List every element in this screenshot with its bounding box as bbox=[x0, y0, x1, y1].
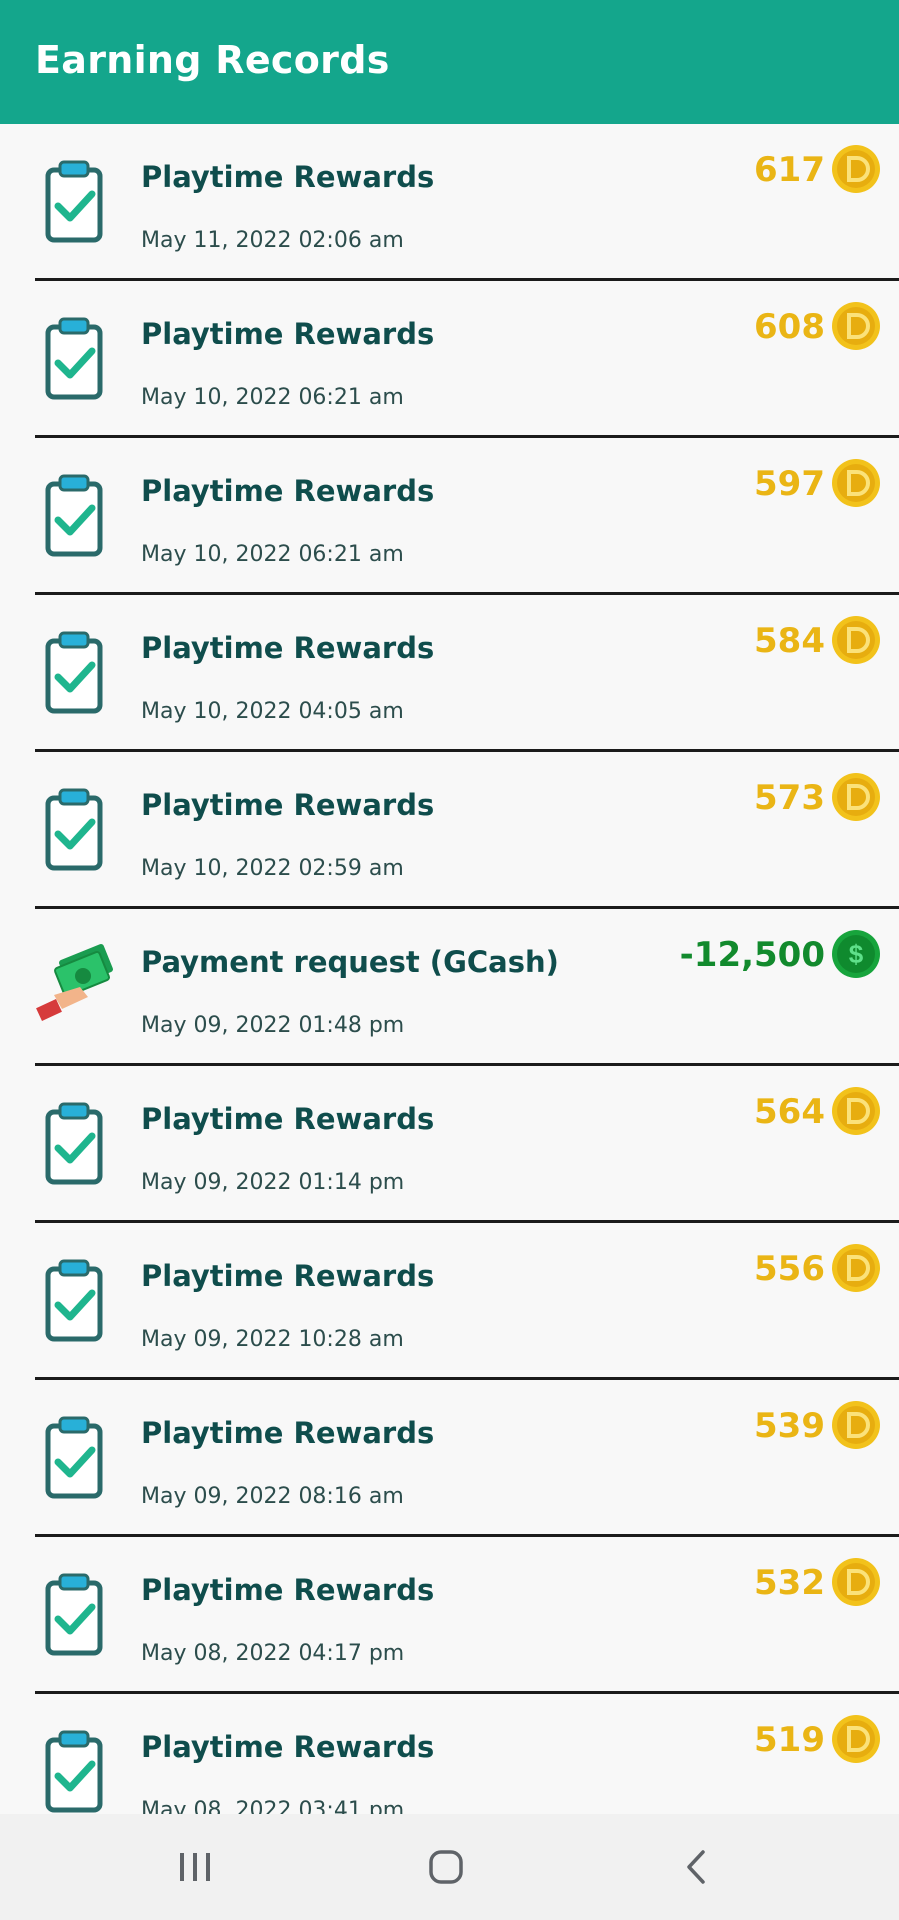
record-date: May 11, 2022 02:06 am bbox=[141, 228, 404, 253]
record-title: Playtime Rewards bbox=[141, 474, 435, 508]
record-row[interactable]: Playtime Rewards May 09, 2022 08:16 am 539 bbox=[0, 1380, 899, 1537]
record-row[interactable]: Playtime Rewards May 10, 2022 04:05 am 584 bbox=[0, 595, 899, 752]
record-row[interactable]: Playtime Rewards May 08, 2022 04:17 pm 532 bbox=[0, 1537, 899, 1694]
clipboard-check-icon bbox=[36, 1414, 116, 1502]
coin-icon bbox=[831, 1714, 881, 1764]
record-title: Payment request (GCash) bbox=[141, 945, 559, 979]
clipboard-check-icon bbox=[36, 1571, 116, 1659]
record-date: May 10, 2022 04:05 am bbox=[141, 699, 404, 724]
coin-icon bbox=[831, 301, 881, 351]
coin-icon bbox=[831, 1243, 881, 1293]
coin-icon bbox=[831, 1557, 881, 1607]
record-row[interactable]: Playtime Rewards May 10, 2022 02:59 am 573 bbox=[0, 752, 899, 909]
back-icon bbox=[687, 1850, 705, 1884]
record-amount: 556 bbox=[754, 1249, 825, 1289]
clipboard-check-icon bbox=[36, 629, 116, 717]
record-date: May 08, 2022 03:41 pm bbox=[141, 1798, 405, 1814]
record-date: May 10, 2022 02:59 am bbox=[141, 856, 404, 881]
clipboard-check-icon bbox=[36, 786, 116, 874]
record-amount: 597 bbox=[754, 464, 825, 504]
coin-icon bbox=[831, 772, 881, 822]
record-row[interactable]: Playtime Rewards May 08, 2022 03:41 pm 519 bbox=[0, 1694, 899, 1814]
app-bar: Earning Records bbox=[0, 0, 899, 124]
dollar-icon: $ bbox=[832, 930, 880, 978]
record-date: May 08, 2022 04:17 pm bbox=[141, 1641, 405, 1666]
recent-apps-button[interactable] bbox=[135, 1814, 255, 1920]
home-icon bbox=[429, 1850, 463, 1884]
coin-icon bbox=[832, 616, 880, 664]
record-title: Playtime Rewards bbox=[141, 1259, 435, 1293]
back-button[interactable] bbox=[637, 1814, 757, 1920]
record-row[interactable]: Playtime Rewards May 09, 2022 10:28 am 556 bbox=[0, 1223, 899, 1380]
record-title: Playtime Rewards bbox=[141, 317, 435, 351]
coin-icon bbox=[832, 1715, 880, 1763]
clipboard-check-icon bbox=[36, 1728, 116, 1814]
record-title: Playtime Rewards bbox=[141, 631, 435, 665]
record-row[interactable]: Payment request (GCash) May 09, 2022 01:4… bbox=[0, 909, 899, 1066]
record-amount: 617 bbox=[754, 150, 825, 190]
record-title: Playtime Rewards bbox=[141, 160, 435, 194]
record-title: Playtime Rewards bbox=[141, 1573, 435, 1607]
recent-apps-icon bbox=[180, 1853, 210, 1881]
coin-icon bbox=[831, 458, 881, 508]
coin-icon bbox=[832, 1401, 880, 1449]
clipboard-check-icon bbox=[36, 1100, 116, 1188]
coin-icon bbox=[832, 1244, 880, 1292]
record-row[interactable]: Playtime Rewards May 09, 2022 01:14 pm 564 bbox=[0, 1066, 899, 1223]
coin-icon bbox=[831, 1086, 881, 1136]
page-title: Earning Records bbox=[35, 38, 390, 82]
record-amount: 519 bbox=[754, 1720, 825, 1760]
record-amount: -12,500 bbox=[679, 935, 825, 975]
record-amount: 532 bbox=[754, 1563, 825, 1603]
record-date: May 10, 2022 06:21 am bbox=[141, 542, 404, 567]
coin-icon bbox=[832, 1558, 880, 1606]
record-row[interactable]: Playtime Rewards May 11, 2022 02:06 am 617 bbox=[0, 124, 899, 281]
coin-icon bbox=[832, 773, 880, 821]
clipboard-check-icon bbox=[36, 158, 116, 246]
coin-icon bbox=[832, 1087, 880, 1135]
dollar-icon: $ bbox=[831, 929, 881, 979]
clipboard-check-icon bbox=[36, 1257, 116, 1345]
system-navigation-bar bbox=[0, 1814, 899, 1920]
coin-icon bbox=[831, 144, 881, 194]
record-amount: 584 bbox=[754, 621, 825, 661]
svg-text:$: $ bbox=[849, 939, 864, 969]
clipboard-check-icon bbox=[36, 315, 116, 403]
record-title: Playtime Rewards bbox=[141, 1416, 435, 1450]
record-row[interactable]: Playtime Rewards May 10, 2022 06:21 am 608 bbox=[0, 281, 899, 438]
record-date: May 09, 2022 01:48 pm bbox=[141, 1013, 405, 1038]
earning-records-list[interactable]: Playtime Rewards May 11, 2022 02:06 am 617… bbox=[0, 124, 899, 1814]
cash-hand-icon bbox=[36, 943, 116, 1031]
coin-icon bbox=[832, 459, 880, 507]
record-date: May 10, 2022 06:21 am bbox=[141, 385, 404, 410]
record-date: May 09, 2022 01:14 pm bbox=[141, 1170, 405, 1195]
record-date: May 09, 2022 08:16 am bbox=[141, 1484, 404, 1509]
clipboard-check-icon bbox=[36, 472, 116, 560]
record-title: Playtime Rewards bbox=[141, 1102, 435, 1136]
home-button[interactable] bbox=[386, 1814, 506, 1920]
record-amount: 539 bbox=[754, 1406, 825, 1446]
record-title: Playtime Rewards bbox=[141, 788, 435, 822]
coin-icon bbox=[831, 615, 881, 665]
coin-icon bbox=[832, 302, 880, 350]
record-amount: 573 bbox=[754, 778, 825, 818]
record-title: Playtime Rewards bbox=[141, 1730, 435, 1764]
coin-icon bbox=[831, 1400, 881, 1450]
record-amount: 564 bbox=[754, 1092, 825, 1132]
record-date: May 09, 2022 10:28 am bbox=[141, 1327, 404, 1352]
coin-icon bbox=[832, 145, 880, 193]
record-amount: 608 bbox=[754, 307, 825, 347]
record-row[interactable]: Playtime Rewards May 10, 2022 06:21 am 597 bbox=[0, 438, 899, 595]
